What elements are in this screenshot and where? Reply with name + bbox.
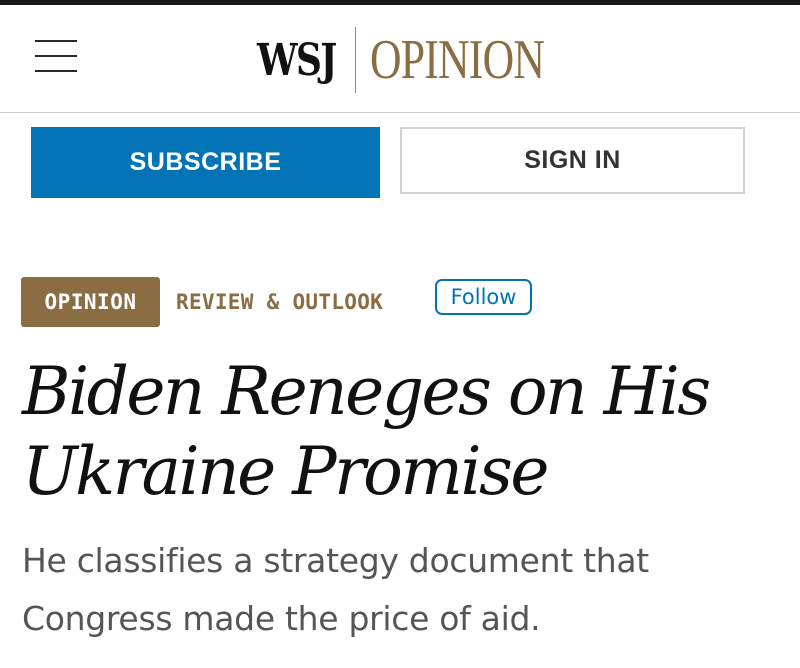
follow-button[interactable]: Follow [435, 279, 532, 315]
opinion-badge: OPINION [21, 277, 160, 327]
menu-line [35, 40, 77, 42]
section-label-review-outlook[interactable]: REVIEW & OUTLOOK [176, 286, 383, 318]
menu-line [35, 55, 77, 57]
logo-wsj: WSJ [257, 34, 337, 86]
subscribe-button[interactable]: SUBSCRIBE [31, 127, 380, 198]
article-headline: Biden Reneges on His Ukraine Promise [22, 353, 711, 510]
menu-line [35, 70, 77, 72]
logo-divider [355, 27, 356, 93]
wsj-opinion-logo[interactable]: WSJ OPINION [257, 25, 593, 95]
sign-in-button[interactable]: SIGN IN [400, 127, 745, 194]
article-dek: He classifies a strategy document that C… [22, 541, 649, 638]
site-header: WSJ OPINION [0, 5, 800, 113]
logo-opinion: OPINION [370, 29, 545, 91]
hamburger-menu-icon[interactable] [35, 39, 77, 75]
